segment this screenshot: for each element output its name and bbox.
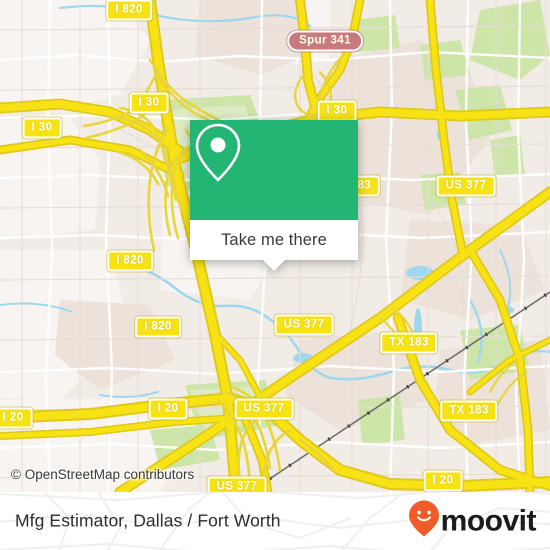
road-shield-i820-south: I 820 xyxy=(135,316,181,338)
road-shield-us377-south: US 377 xyxy=(234,398,294,420)
bottom-bar: Mfg Estimator, Dallas / Fort Worth moovi… xyxy=(0,492,550,550)
take-me-there-label: Take me there xyxy=(221,230,327,249)
road-shield-spur341: Spur 341 xyxy=(287,30,363,52)
road-shield-i30-west: I 30 xyxy=(22,117,62,139)
road-shield-i20-west: I 20 xyxy=(0,407,33,429)
road-shield-tx183-north: TX 183 xyxy=(380,332,438,354)
road-shield-i30-east: I 30 xyxy=(317,100,357,122)
popup-pin-area xyxy=(190,120,358,220)
moovit-smile-pin-icon xyxy=(408,500,440,543)
map-canvas[interactable]: I 820 Spur 341 I 30 I 30 I 30 183 US 377… xyxy=(0,0,550,492)
road-shield-us377-east: US 377 xyxy=(436,175,496,197)
osm-attribution[interactable]: © OpenStreetMap contributors xyxy=(11,467,194,482)
road-shield-i820-mid: I 820 xyxy=(107,250,153,272)
road-shield-tx183-south: TX 183 xyxy=(440,400,498,422)
road-shield-i820-north: I 820 xyxy=(106,0,152,21)
moovit-logo[interactable]: moovit xyxy=(408,500,537,543)
popup-action-bar[interactable]: Take me there xyxy=(190,220,358,260)
road-shield-us377-mid: US 377 xyxy=(274,314,334,336)
destination-popup[interactable]: Take me there xyxy=(190,120,358,271)
place-title: Mfg Estimator, Dallas / Fort Worth xyxy=(15,510,281,531)
road-shield-us377-bottom: US 377 xyxy=(207,476,267,492)
road-shield-i20-mid: I 20 xyxy=(148,398,188,420)
road-shield-i30-center: I 30 xyxy=(129,92,169,114)
moovit-wordmark: moovit xyxy=(440,504,537,537)
popup-tail xyxy=(263,260,285,271)
road-shield-i20-east: I 20 xyxy=(423,470,463,492)
moovit-place-card: I 820 Spur 341 I 30 I 30 I 30 183 US 377… xyxy=(0,0,550,550)
